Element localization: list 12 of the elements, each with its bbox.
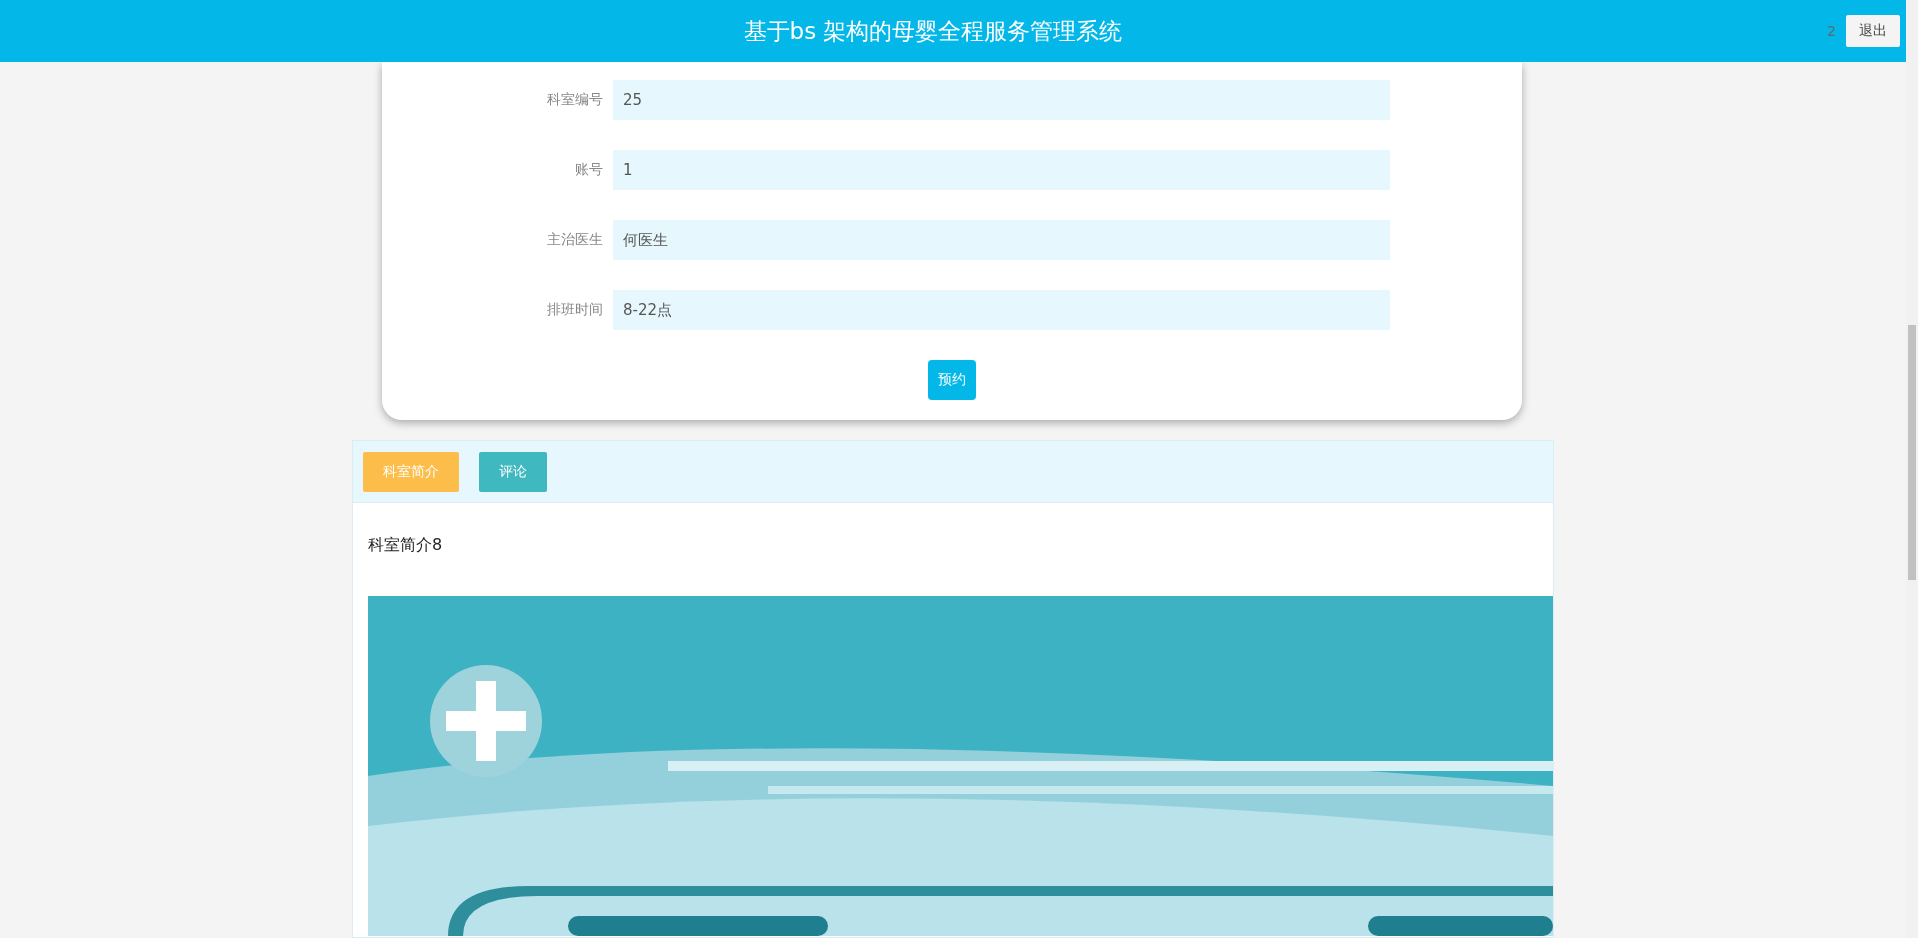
logout-button[interactable]: 退出 [1846, 15, 1900, 47]
field-label: 排班时间 [546, 301, 603, 319]
input-field[interactable]: 何医生 [613, 220, 1390, 260]
input-field[interactable]: 1 [613, 150, 1390, 190]
field-label: 科室编号 [546, 91, 603, 109]
input-field[interactable]: 25 [613, 80, 1390, 120]
site-title: 基于bs 架构的母婴全程服务管理系统 [743, 16, 1123, 46]
username: 2 [1827, 23, 1836, 39]
intro-text: 科室简介8 [368, 535, 444, 556]
field-label: 账号 [574, 161, 603, 179]
field-label: 主治医生 [546, 231, 603, 249]
input-field[interactable]: 8-22点 [613, 290, 1390, 330]
